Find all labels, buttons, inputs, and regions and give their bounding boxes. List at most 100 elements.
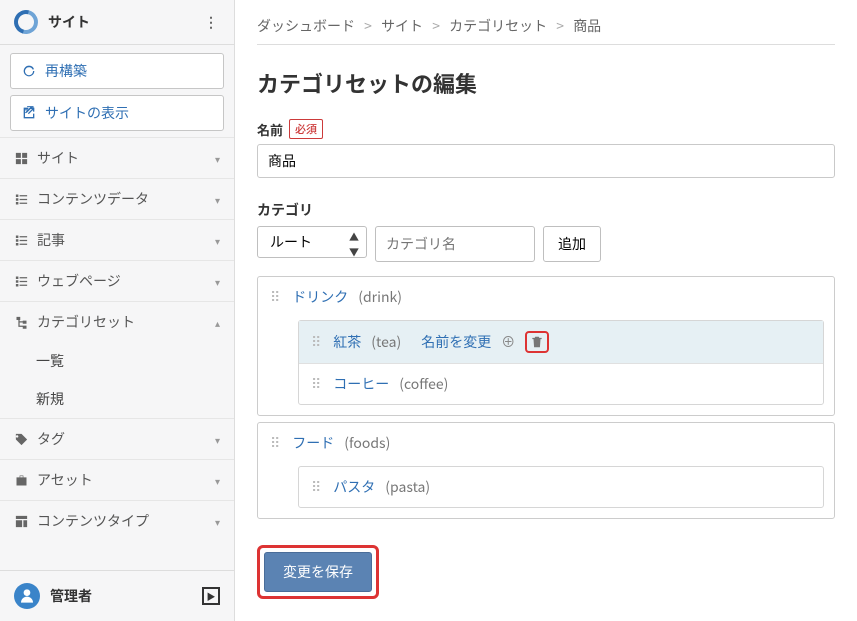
chevron-down-icon: ▾ bbox=[215, 151, 220, 166]
category-link[interactable]: コーヒー bbox=[333, 374, 389, 394]
chevron-down-icon: ▾ bbox=[215, 192, 220, 207]
category-add-row: ルート ▲▼ 追加 bbox=[257, 226, 835, 262]
items-icon bbox=[14, 274, 29, 289]
sidebar-menu-kebab[interactable]: ⋮ bbox=[200, 11, 222, 33]
category-row: ⠿ フード (foods) bbox=[258, 423, 834, 463]
breadcrumb-sep: > bbox=[364, 16, 372, 36]
nav-category-list[interactable]: 一覧 bbox=[0, 342, 234, 380]
trash-icon[interactable] bbox=[530, 335, 544, 349]
nav-webpages[interactable]: ウェブページ ▾ bbox=[0, 260, 234, 301]
category-slug: (drink) bbox=[358, 287, 402, 307]
add-child-icon[interactable]: ⊕ bbox=[501, 332, 515, 352]
nav-content-data-label: コンテンツデータ bbox=[37, 189, 149, 209]
layout-icon bbox=[14, 514, 29, 529]
user-footer: 管理者 ▶ bbox=[0, 570, 234, 621]
nav-tags-label: タグ bbox=[37, 429, 65, 449]
category-slug: (pasta) bbox=[385, 477, 430, 497]
nav-content-types[interactable]: コンテンツタイプ ▾ bbox=[0, 500, 234, 541]
trash-highlight bbox=[525, 331, 549, 353]
tree-icon bbox=[14, 315, 29, 330]
drag-handle-icon[interactable]: ⠿ bbox=[311, 339, 323, 346]
chevron-down-icon: ▾ bbox=[215, 473, 220, 488]
category-row: ⠿ ドリンク (drink) bbox=[258, 277, 834, 317]
category-slug: (tea) bbox=[371, 332, 401, 352]
main-content: ダッシュボード > サイト > カテゴリセット > 商品 カテゴリセットの編集 … bbox=[235, 0, 857, 621]
category-children: ⠿ 紅茶 (tea) 名前を変更 ⊕ ⠿ コーヒー (coffee) bbox=[298, 320, 824, 405]
drag-handle-icon[interactable]: ⠿ bbox=[270, 440, 282, 447]
view-site-label: サイトの表示 bbox=[45, 103, 129, 123]
chevron-down-icon: ▾ bbox=[215, 233, 220, 248]
nav-category-set[interactable]: カテゴリセット ▴ bbox=[0, 301, 234, 342]
rebuild-button[interactable]: 再構築 bbox=[10, 53, 224, 89]
logo-icon bbox=[10, 6, 43, 39]
sidebar-header: サイト ⋮ bbox=[0, 0, 234, 45]
add-button[interactable]: 追加 bbox=[543, 226, 601, 262]
name-input[interactable] bbox=[257, 144, 835, 178]
required-badge: 必須 bbox=[289, 119, 323, 139]
nav-assets-label: アセット bbox=[37, 470, 93, 490]
breadcrumb-item[interactable]: カテゴリセット bbox=[449, 16, 547, 36]
category-row: ⠿ パスタ (pasta) bbox=[299, 467, 823, 507]
rebuild-label: 再構築 bbox=[45, 61, 87, 81]
grid-icon bbox=[14, 151, 29, 166]
sidebar-title: サイト bbox=[48, 12, 90, 32]
category-block: ⠿ ドリンク (drink) ⠿ 紅茶 (tea) 名前を変更 ⊕ ⠿ コーヒー… bbox=[257, 276, 835, 416]
page-title: カテゴリセットの編集 bbox=[257, 67, 835, 99]
items-icon bbox=[14, 233, 29, 248]
save-button[interactable]: 変更を保存 bbox=[264, 552, 372, 592]
refresh-icon bbox=[21, 63, 37, 79]
nav-assets[interactable]: アセット ▾ bbox=[0, 459, 234, 500]
nav-category-new[interactable]: 新規 bbox=[0, 380, 234, 418]
breadcrumb-sep: > bbox=[556, 16, 564, 36]
category-row: ⠿ コーヒー (coffee) bbox=[299, 363, 823, 404]
nav-articles-label: 記事 bbox=[37, 230, 65, 250]
breadcrumb: ダッシュボード > サイト > カテゴリセット > 商品 bbox=[257, 12, 835, 53]
category-block: ⠿ フード (foods) ⠿ パスタ (pasta) bbox=[257, 422, 835, 519]
category-label: カテゴリ bbox=[257, 200, 835, 220]
user-name: 管理者 bbox=[50, 586, 92, 606]
sidebar-button-group: 再構築 サイトの表示 bbox=[0, 45, 234, 137]
rename-link[interactable]: 名前を変更 bbox=[421, 332, 491, 352]
category-row: ⠿ 紅茶 (tea) 名前を変更 ⊕ bbox=[299, 321, 823, 363]
sidebar: サイト ⋮ 再構築 サイトの表示 サイト ▾ コンテンツデータ ▾ 記事 ▾ ウ… bbox=[0, 0, 235, 621]
breadcrumb-item[interactable]: 商品 bbox=[573, 16, 601, 36]
nav-site[interactable]: サイト ▾ bbox=[0, 137, 234, 178]
category-children: ⠿ パスタ (pasta) bbox=[298, 466, 824, 508]
nav-articles[interactable]: 記事 ▾ bbox=[0, 219, 234, 260]
breadcrumb-sep: > bbox=[432, 16, 440, 36]
play-icon[interactable]: ▶ bbox=[202, 587, 220, 605]
chevron-up-icon: ▴ bbox=[215, 315, 220, 330]
category-link[interactable]: 紅茶 bbox=[333, 332, 361, 352]
category-slug: (foods) bbox=[344, 433, 390, 453]
nav-content-data[interactable]: コンテンツデータ ▾ bbox=[0, 178, 234, 219]
nav-tags[interactable]: タグ ▾ bbox=[0, 418, 234, 459]
category-link[interactable]: ドリンク bbox=[292, 287, 348, 307]
chevron-down-icon: ▾ bbox=[215, 432, 220, 447]
drag-handle-icon[interactable]: ⠿ bbox=[311, 484, 323, 491]
chevron-down-icon: ▾ bbox=[215, 514, 220, 529]
nav-site-label: サイト bbox=[37, 148, 79, 168]
tag-icon bbox=[14, 432, 29, 447]
category-link[interactable]: パスタ bbox=[333, 477, 375, 497]
category-slug: (coffee) bbox=[399, 374, 448, 394]
root-select[interactable]: ルート bbox=[257, 226, 367, 258]
category-name-input[interactable] bbox=[375, 226, 535, 262]
view-site-button[interactable]: サイトの表示 bbox=[10, 95, 224, 131]
drag-handle-icon[interactable]: ⠿ bbox=[311, 381, 323, 388]
nav-content-types-label: コンテンツタイプ bbox=[37, 511, 149, 531]
name-label: 名前 必須 bbox=[257, 119, 835, 139]
breadcrumb-item[interactable]: ダッシュボード bbox=[257, 16, 355, 36]
nav-category-set-label: カテゴリセット bbox=[37, 312, 135, 332]
breadcrumb-item[interactable]: サイト bbox=[381, 16, 423, 36]
avatar bbox=[14, 583, 40, 609]
category-link[interactable]: フード bbox=[292, 433, 334, 453]
nav-webpages-label: ウェブページ bbox=[37, 271, 121, 291]
briefcase-icon bbox=[14, 473, 29, 488]
drag-handle-icon[interactable]: ⠿ bbox=[270, 294, 282, 301]
items-icon bbox=[14, 192, 29, 207]
root-select-wrap: ルート ▲▼ bbox=[257, 226, 367, 262]
save-highlight: 変更を保存 bbox=[257, 545, 379, 599]
external-link-icon bbox=[21, 105, 37, 121]
chevron-down-icon: ▾ bbox=[215, 274, 220, 289]
user-icon bbox=[19, 588, 35, 604]
